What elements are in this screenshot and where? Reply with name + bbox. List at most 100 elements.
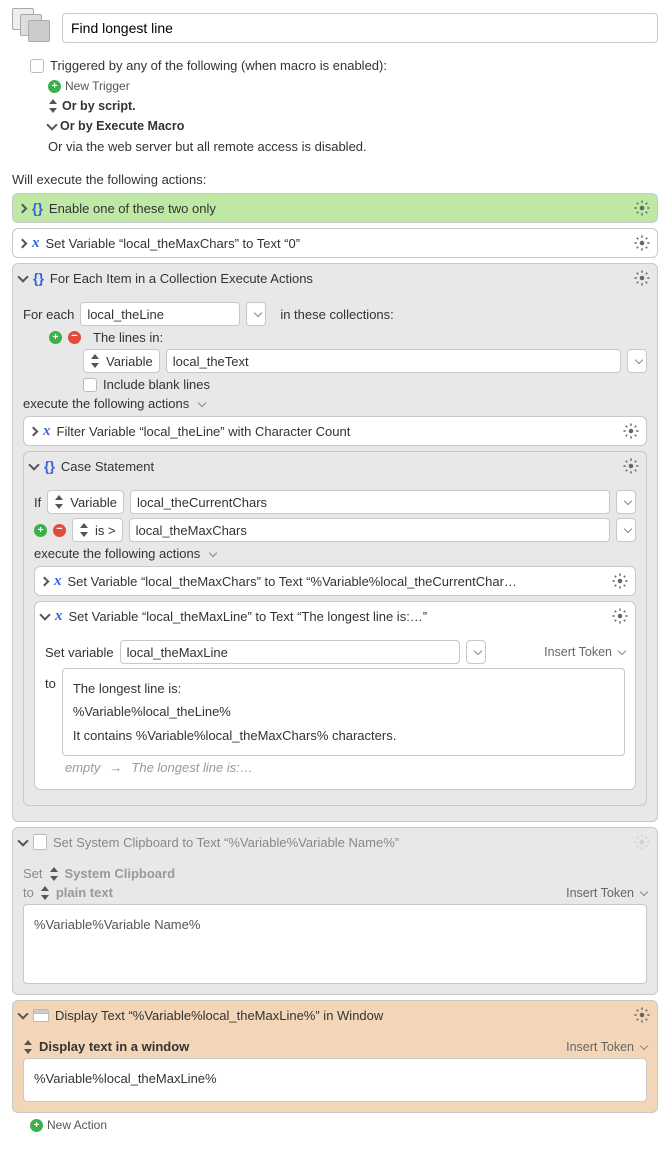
- web-server-note: Or via the web server but all remote acc…: [48, 139, 656, 154]
- action-set-maxline: x Set Variable “local_theMaxLine” to Tex…: [34, 601, 636, 790]
- foreach-variable-select[interactable]: local_theLine: [80, 302, 240, 326]
- action-set-clipboard: Set System Clipboard to Text “%Variable%…: [12, 827, 658, 995]
- exec-following-label: execute the following actions: [23, 396, 189, 411]
- disclosure-icon[interactable]: [17, 1008, 28, 1019]
- action-display-text: Display Text “%Variable%local_theMaxLine…: [12, 1000, 658, 1113]
- source-type-select[interactable]: Variable: [83, 349, 160, 373]
- minus-icon[interactable]: −: [68, 331, 81, 344]
- variable-icon: x: [32, 235, 40, 252]
- window-icon: [33, 1009, 49, 1022]
- disclosure-icon[interactable]: [29, 426, 39, 436]
- action-set-maxchars-2: x Set Variable “local_theMaxChars” to Te…: [34, 566, 636, 596]
- include-blank-checkbox[interactable]: [83, 378, 97, 392]
- gear-icon[interactable]: [633, 1006, 651, 1024]
- chevron-down-icon: [640, 887, 648, 895]
- gear-icon[interactable]: [633, 234, 651, 252]
- chevron-down-icon: [640, 1041, 648, 1049]
- insert-token-button[interactable]: Insert Token: [566, 886, 647, 900]
- variable-name-input[interactable]: local_theMaxLine: [120, 640, 460, 664]
- updown-icon[interactable]: [40, 886, 50, 900]
- disclosure-icon[interactable]: [17, 835, 28, 846]
- system-clipboard-select[interactable]: System Clipboard: [65, 866, 176, 881]
- updown-icon: [48, 99, 58, 113]
- plus-icon[interactable]: +: [34, 524, 47, 537]
- action-filter: x Filter Variable “local_theLine” with C…: [23, 416, 647, 446]
- to-label: to: [23, 885, 34, 900]
- plus-icon: +: [30, 1119, 43, 1132]
- operator-select[interactable]: is >: [72, 518, 123, 542]
- plus-icon: +: [48, 80, 61, 93]
- chevron-down-icon[interactable]: [198, 398, 206, 406]
- variable-icon: x: [55, 608, 63, 625]
- to-label: to: [45, 668, 56, 691]
- gear-icon[interactable]: [622, 422, 640, 440]
- insert-token-button[interactable]: Insert Token: [566, 1040, 647, 1054]
- set-variable-label: Set variable: [45, 645, 114, 660]
- format-select[interactable]: plain text: [56, 885, 113, 900]
- in-collections-label: in these collections:: [280, 307, 393, 322]
- empty-label: empty: [65, 760, 100, 775]
- updown-icon: [54, 495, 64, 509]
- updown-icon[interactable]: [49, 867, 59, 881]
- or-execute-row[interactable]: Or by Execute Macro: [48, 119, 656, 133]
- new-trigger-button[interactable]: + New Trigger: [48, 79, 656, 93]
- new-action-button[interactable]: + New Action: [30, 1118, 658, 1132]
- macro-icon: [12, 8, 56, 48]
- gear-icon[interactable]: [611, 607, 629, 625]
- action-foreach: {} For Each Item in a Collection Execute…: [12, 263, 658, 822]
- gear-icon[interactable]: [633, 269, 651, 287]
- minus-icon[interactable]: −: [53, 524, 66, 537]
- action-set-maxchars: x Set Variable “local_theMaxChars” to Te…: [12, 228, 658, 258]
- compare-value-input[interactable]: local_theMaxChars: [129, 518, 610, 542]
- gear-icon[interactable]: [633, 833, 651, 851]
- group-icon: {}: [33, 270, 44, 286]
- chevron-down-icon: [46, 119, 57, 130]
- plus-icon[interactable]: +: [49, 331, 62, 344]
- action-enable-group: {} Enable one of these two only: [12, 193, 658, 223]
- disclosure-icon[interactable]: [18, 203, 28, 213]
- exec-following-label: execute the following actions: [34, 546, 200, 561]
- action-case: {} Case Statement If Variable local_theC…: [23, 451, 647, 806]
- arrow-icon: →: [109, 760, 122, 775]
- triggered-checkbox[interactable]: [30, 59, 44, 73]
- gear-icon[interactable]: [633, 199, 651, 217]
- updown-icon[interactable]: [23, 1040, 33, 1054]
- display-value-textarea[interactable]: %Variable%local_theMaxLine%: [23, 1058, 647, 1102]
- macro-title-input[interactable]: [62, 13, 658, 43]
- disclosure-icon[interactable]: [17, 271, 28, 282]
- set-label: Set: [23, 866, 43, 881]
- gear-icon[interactable]: [611, 572, 629, 590]
- empty-preview: The longest line is:…: [131, 760, 252, 775]
- value-textarea[interactable]: The longest line is: %Variable%local_the…: [62, 668, 625, 756]
- gear-icon[interactable]: [622, 457, 640, 475]
- dropdown-button[interactable]: [616, 490, 636, 514]
- dropdown-button[interactable]: [627, 349, 647, 373]
- updown-icon: [79, 523, 89, 537]
- dropdown-button[interactable]: [466, 640, 486, 664]
- for-each-label: For each: [23, 307, 74, 322]
- triggered-label: Triggered by any of the following (when …: [50, 58, 387, 73]
- source-variable-input[interactable]: local_theText: [166, 349, 621, 373]
- display-mode-select[interactable]: Display text in a window: [39, 1039, 189, 1054]
- chevron-down-icon: [618, 647, 626, 655]
- dropdown-button[interactable]: [616, 518, 636, 542]
- chevron-down-icon[interactable]: [209, 548, 217, 556]
- lines-in-label: The lines in:: [93, 330, 163, 345]
- if-label: If: [34, 495, 41, 510]
- clipboard-value-textarea[interactable]: %Variable%Variable Name%: [23, 904, 647, 984]
- exec-label: Will execute the following actions:: [12, 172, 658, 187]
- disclosure-icon[interactable]: [40, 576, 50, 586]
- clipboard-icon: [33, 834, 47, 850]
- condition-variable-input[interactable]: local_theCurrentChars: [130, 490, 610, 514]
- group-icon: {}: [44, 458, 55, 474]
- or-script-row[interactable]: Or by script.: [48, 99, 656, 113]
- disclosure-icon[interactable]: [28, 459, 39, 470]
- variable-icon: x: [43, 423, 51, 440]
- disclosure-icon[interactable]: [18, 238, 28, 248]
- disclosure-icon[interactable]: [39, 609, 50, 620]
- variable-icon: x: [54, 573, 62, 590]
- insert-token-button[interactable]: Insert Token: [544, 645, 625, 659]
- group-icon: {}: [32, 200, 43, 216]
- condition-type-select[interactable]: Variable: [47, 490, 124, 514]
- dropdown-button[interactable]: [246, 302, 266, 326]
